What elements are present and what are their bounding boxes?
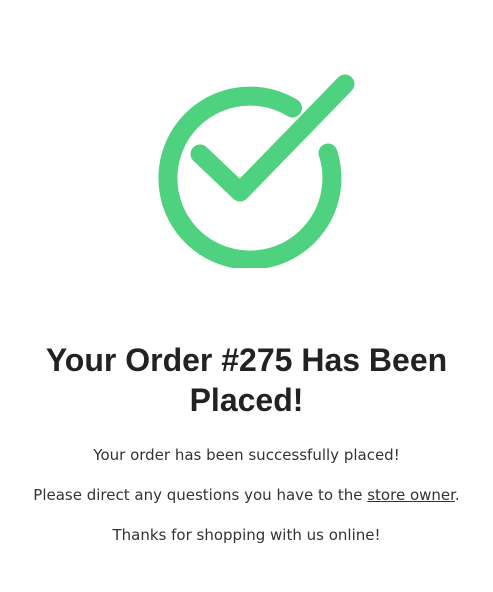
success-message: Your order has been successfully placed!: [93, 446, 400, 464]
thanks-message: Thanks for shopping with us online!: [112, 526, 381, 544]
contact-suffix: .: [454, 486, 460, 504]
page-title: Your Order #275 Has Been Placed!: [45, 342, 448, 418]
contact-prefix: Please direct any questions you have to …: [33, 486, 368, 504]
contact-message: Please direct any questions you have to …: [0, 485, 493, 505]
checkmark-circle-icon: [158, 74, 355, 268]
store-owner-link[interactable]: store owner: [367, 486, 455, 504]
order-success-panel: Your Order #275 Has Been Placed! Your or…: [0, 0, 493, 592]
